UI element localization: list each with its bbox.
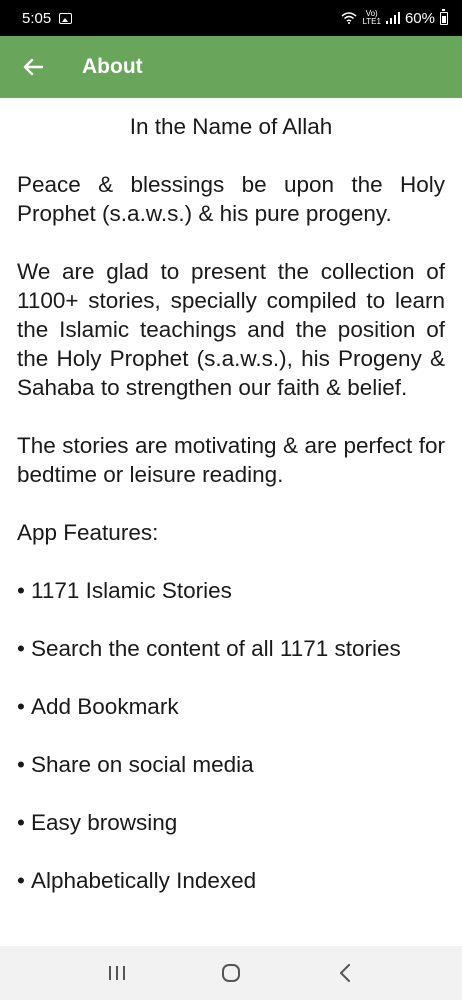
feature-label: Add Bookmark bbox=[31, 694, 179, 719]
paragraph-blessings: Peace & blessings be upon the Holy Proph… bbox=[17, 172, 445, 226]
status-right: Vo) LTE1 60% bbox=[341, 8, 448, 27]
battery-percent: 60% bbox=[404, 9, 435, 27]
feature-label: 1171 Islamic Stories bbox=[31, 578, 232, 603]
feature-label: Alphabetically Indexed bbox=[31, 868, 257, 893]
features-title: App Features: bbox=[17, 520, 159, 545]
paragraph-collection: We are glad to present the collection of… bbox=[17, 259, 445, 400]
app-bar: About bbox=[0, 36, 462, 98]
feature-item: • Easy browsing bbox=[17, 808, 445, 837]
signal-icon bbox=[385, 12, 400, 24]
bullet: • bbox=[17, 636, 25, 661]
feature-item: • Add Bookmark bbox=[17, 692, 445, 721]
page-title: About bbox=[82, 55, 143, 78]
bullet: • bbox=[17, 868, 25, 893]
nav-back-button[interactable] bbox=[325, 953, 365, 993]
content-heading: In the Name of Allah bbox=[129, 114, 333, 139]
recent-apps-icon bbox=[109, 966, 125, 980]
home-icon bbox=[222, 964, 240, 982]
status-time: 5:05 bbox=[22, 9, 52, 27]
gallery-notification-icon bbox=[59, 12, 73, 24]
home-button[interactable] bbox=[211, 953, 251, 993]
recent-apps-button[interactable] bbox=[97, 953, 137, 993]
battery-icon bbox=[440, 8, 448, 25]
feature-item: • Search the content of all 1171 stories bbox=[17, 634, 445, 663]
arrow-left-icon bbox=[23, 58, 43, 76]
wifi-icon bbox=[341, 12, 357, 24]
volte-label: Vo) LTE1 bbox=[362, 9, 381, 26]
paragraph-motivating: The stories are motivating & are perfect… bbox=[17, 433, 445, 487]
bullet: • bbox=[17, 578, 25, 603]
feature-item: • Alphabetically Indexed bbox=[17, 866, 445, 895]
about-content[interactable]: In the Name of Allah Peace & blessings b… bbox=[0, 98, 462, 946]
bullet: • bbox=[17, 694, 25, 719]
bullet: • bbox=[17, 810, 25, 835]
feature-item: • 1171 Islamic Stories bbox=[17, 576, 445, 605]
chevron-left-icon bbox=[340, 964, 350, 982]
back-button[interactable] bbox=[20, 54, 46, 80]
feature-label: Share on social media bbox=[31, 752, 254, 777]
feature-item: • Share on social media bbox=[17, 750, 445, 779]
feature-label: Search the content of all 1171 stories bbox=[31, 636, 401, 661]
feature-label: Easy browsing bbox=[31, 810, 178, 835]
bullet: • bbox=[17, 752, 25, 777]
status-bar: 5:05 Vo) LTE1 60% bbox=[0, 0, 462, 36]
status-left: 5:05 bbox=[22, 9, 73, 27]
system-nav-bar bbox=[0, 946, 462, 1000]
